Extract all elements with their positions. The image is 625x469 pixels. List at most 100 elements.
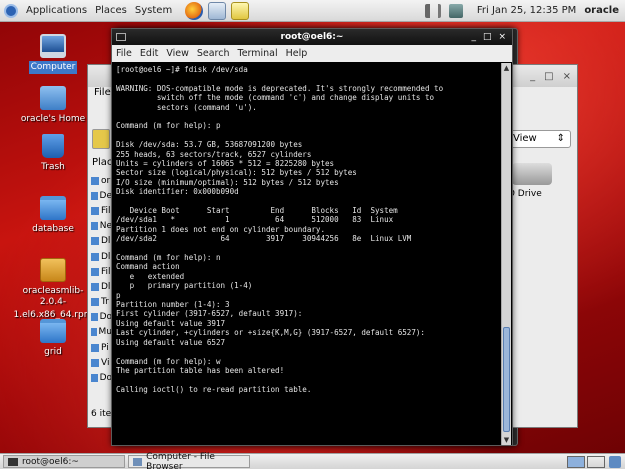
maximize-button[interactable]: □ [483, 32, 492, 42]
close-button[interactable]: × [563, 71, 571, 82]
scroll-down-icon[interactable]: ▼ [502, 435, 511, 445]
folder-icon [91, 206, 99, 215]
system-menu[interactable]: System [131, 5, 176, 16]
desktop-icon-oracleasmlib-rpm[interactable]: oracleasmlib-2.0.4- 1.el6.x86_64.rpm [11, 258, 95, 322]
desktop-icon-label: oracle's Home [20, 114, 86, 124]
places-item[interactable]: Fil [88, 264, 112, 279]
desktop-icon-label-line1: oracleasmlib-2.0.4- [22, 286, 84, 307]
taskbar-item-file-browser[interactable]: Computer - File Browser [128, 451, 250, 469]
volume-icon[interactable] [424, 3, 441, 18]
terminal-line: I/O size (minimum/optimal): 512 bytes / … [116, 177, 339, 187]
terminal-titlebar[interactable]: root@oel6:~ _ □ × [112, 29, 512, 45]
desktop-icon-label: grid [44, 347, 62, 357]
places-item[interactable]: Vi [88, 355, 112, 370]
menu-help[interactable]: Help [282, 48, 312, 59]
file-menu[interactable]: File [94, 87, 111, 98]
terminal-line: Command (m for help): w [116, 356, 221, 366]
places-menu[interactable]: Places [91, 5, 131, 16]
folder-icon [40, 196, 66, 220]
workspace-2[interactable] [587, 455, 605, 468]
network-icon [91, 222, 98, 231]
scroll-up-icon[interactable]: ▲ [502, 63, 511, 73]
places-item[interactable]: or [88, 173, 112, 188]
taskbar-item-label: root@oel6:~ [22, 456, 79, 467]
terminal-line: p [116, 290, 121, 300]
terminal-line: Disk /dev/sda: 53.7 GB, 53687091200 byte… [116, 140, 303, 150]
trash-icon [91, 298, 99, 307]
scrollbar-thumb[interactable] [503, 327, 510, 432]
workspace-1[interactable] [567, 455, 585, 468]
mail-icon[interactable] [208, 1, 227, 20]
terminal-line: [root@oel6 ~]# fdisk /dev/sda [116, 65, 248, 74]
menu-file[interactable]: File [112, 48, 136, 59]
terminal-line: The partition table has been altered! [116, 365, 285, 375]
view-select[interactable]: View ⇕ [507, 130, 571, 148]
places-item[interactable]: Do [88, 370, 112, 385]
places-item[interactable]: Pi [88, 340, 112, 355]
menu-terminal[interactable]: Terminal [234, 48, 282, 59]
desktop-icon-label: Trash [41, 162, 65, 172]
places-item[interactable]: Fil [88, 203, 112, 218]
places-item[interactable]: Dl [88, 249, 112, 264]
minimize-button[interactable]: _ [471, 32, 476, 42]
folder-icon [91, 358, 99, 367]
view-select-value: View [513, 133, 537, 144]
desktop-icon-home[interactable]: oracle's Home [11, 86, 95, 126]
disk-icon [91, 252, 99, 261]
places-item[interactable]: De [88, 188, 112, 203]
folder-icon [91, 176, 99, 185]
terminal-icon [8, 457, 18, 466]
terminal-output[interactable]: [root@oel6 ~]# fdisk /dev/sda WARNING: DO… [113, 63, 501, 445]
menu-edit[interactable]: Edit [136, 48, 162, 59]
terminal-line: First cylinder (3917-6527, default 3917)… [116, 309, 303, 319]
places-item[interactable]: Dl [88, 279, 112, 294]
distribution-logo-icon[interactable] [4, 3, 18, 18]
close-button[interactable]: × [498, 32, 506, 42]
places-item[interactable]: Do [88, 310, 112, 325]
dvd-drive-label: D Drive [508, 189, 542, 199]
firefox-icon[interactable] [185, 1, 204, 20]
places-item[interactable]: Tr [88, 295, 112, 310]
folder-icon [40, 319, 66, 343]
terminal-window[interactable]: root@oel6:~ _ □ × File Edit View Search … [111, 28, 513, 446]
terminal-title: root@oel6:~ [280, 32, 344, 42]
terminal-menubar: File Edit View Search Terminal Help [112, 45, 512, 62]
text-editor-icon[interactable] [231, 1, 250, 20]
places-item[interactable]: Dl [88, 234, 112, 249]
dvd-drive-icon[interactable] [512, 163, 552, 185]
places-item[interactable]: Mu [88, 325, 112, 340]
network-icon[interactable] [448, 3, 463, 18]
user-menu[interactable]: oracle [584, 5, 619, 16]
bottom-panel: root@oel6:~ Computer - File Browser [0, 451, 625, 469]
terminal-line: Last cylinder, +cylinders or +size{K,M,G… [116, 328, 425, 338]
terminal-line: WARNING: DOS-compatible mode is deprecat… [116, 83, 444, 93]
taskbar-item-terminal[interactable]: root@oel6:~ [3, 455, 125, 468]
terminal-line: Sector size (logical/physical): 512 byte… [116, 168, 357, 178]
taskbar-item-label: Computer - File Browser [146, 451, 215, 469]
clock[interactable]: Fri Jan 25, 12:35 PM [477, 5, 576, 16]
terminal-scrollbar[interactable]: ▲ ▼ [501, 63, 511, 445]
folder-icon [91, 191, 98, 200]
edit-icon[interactable] [92, 129, 110, 149]
menu-search[interactable]: Search [193, 48, 234, 59]
desktop-icon-grid[interactable]: grid [11, 319, 95, 359]
places-item[interactable]: Ne [88, 219, 112, 234]
desktop-icon-computer[interactable]: Computer [11, 34, 95, 74]
folder-icon [91, 328, 97, 337]
desktop-icon-trash[interactable]: Trash [11, 134, 95, 174]
maximize-button[interactable]: □ [544, 71, 553, 82]
terminal-line: switch off the mode (command 'c') and ch… [116, 93, 435, 103]
menu-view[interactable]: View [162, 48, 193, 59]
applications-menu[interactable]: Applications [22, 5, 91, 16]
desktop-icon-label: database [32, 224, 74, 234]
terminal-line: Disk identifier: 0x000b090d [116, 187, 239, 197]
desktop-icon-database[interactable]: database [11, 196, 95, 236]
terminal-line: Partition number (1-4): 3 [116, 300, 230, 310]
trash-applet-icon[interactable] [609, 455, 621, 468]
minimize-button[interactable]: _ [530, 71, 535, 82]
terminal-line: Calling ioctl() to re-read partition tab… [116, 384, 312, 394]
terminal-line: e extended [116, 271, 185, 281]
